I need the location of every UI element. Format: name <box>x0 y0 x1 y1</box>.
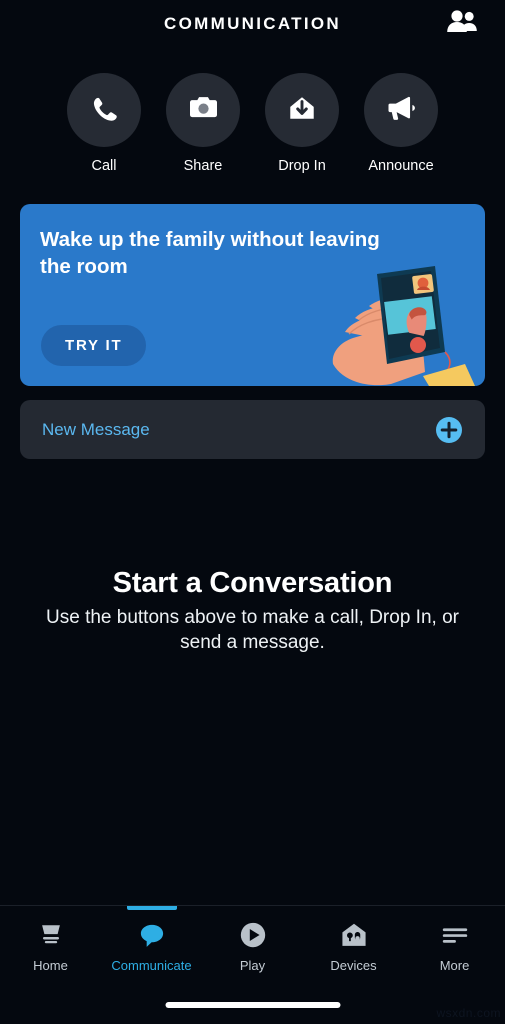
action-announce-label: Announce <box>368 158 434 174</box>
smart-home-icon <box>339 919 369 951</box>
action-drop-in[interactable]: Drop In <box>265 73 339 174</box>
action-announce-circle[interactable] <box>364 73 438 147</box>
speech-bubble-icon <box>137 919 167 951</box>
action-announce[interactable]: Announce <box>364 73 438 174</box>
action-call-circle[interactable] <box>67 73 141 147</box>
watermark: wsxdn.com <box>436 1006 501 1020</box>
nav-item-devices[interactable]: Devices <box>303 906 404 986</box>
action-drop-in-label: Drop In <box>278 158 326 174</box>
action-call[interactable]: Call <box>67 73 141 174</box>
megaphone-icon <box>385 94 417 127</box>
app-header: COMMUNICATION <box>0 0 505 48</box>
empty-state: Start a Conversation Use the buttons abo… <box>0 567 505 656</box>
empty-state-title: Start a Conversation <box>112 567 393 599</box>
nav-item-home[interactable]: Home <box>0 906 101 986</box>
action-share[interactable]: Share <box>166 73 240 174</box>
people-icon[interactable] <box>445 7 479 37</box>
nav-item-communicate[interactable]: Communicate <box>101 906 202 986</box>
bottom-navigation: Home Communicate Play Devices More wsxdn… <box>0 905 505 1024</box>
camera-icon <box>188 94 219 126</box>
nav-item-play[interactable]: Play <box>202 906 303 986</box>
action-share-label: Share <box>183 158 223 174</box>
active-tab-indicator <box>126 906 177 910</box>
house-down-arrow-icon <box>287 93 317 128</box>
nav-label-home: Home <box>33 958 68 973</box>
new-message-label: New Message <box>42 419 150 439</box>
echo-device-icon <box>35 919 67 951</box>
phone-icon <box>89 93 119 128</box>
plus-circle-icon[interactable] <box>435 416 463 444</box>
nav-item-more[interactable]: More <box>404 906 505 986</box>
try-it-button[interactable]: TRY IT <box>41 325 147 366</box>
nav-label-devices: Devices <box>330 958 377 973</box>
promo-card[interactable]: Wake up the family without leaving the r… <box>20 204 485 386</box>
action-call-label: Call <box>91 158 117 174</box>
app-screen: COMMUNICATION Call Share Drop In Announc… <box>0 0 505 1024</box>
hamburger-menu-icon <box>440 919 470 951</box>
nav-label-communicate: Communicate <box>111 958 192 973</box>
nav-label-play: Play <box>239 958 266 973</box>
action-share-circle[interactable] <box>166 73 240 147</box>
nav-label-more: More <box>439 958 470 973</box>
home-indicator-bar <box>165 1002 340 1008</box>
page-title: COMMUNICATION <box>164 14 341 33</box>
hand-holding-phone-video-call-illustration <box>325 256 485 386</box>
empty-state-subtitle: Use the buttons above to make a call, Dr… <box>46 607 459 654</box>
new-message-row[interactable]: New Message <box>20 400 485 459</box>
quick-actions-row: Call Share Drop In Announce <box>0 73 505 174</box>
play-circle-icon <box>238 919 268 951</box>
action-drop-in-circle[interactable] <box>265 73 339 147</box>
